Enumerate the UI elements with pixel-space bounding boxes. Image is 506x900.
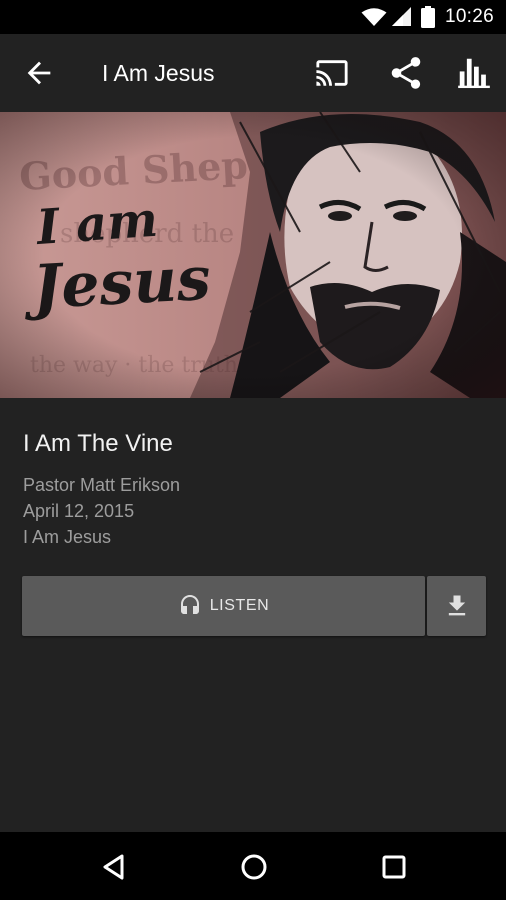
- status-time: 10:26: [444, 6, 494, 27]
- signal-icon: [391, 7, 411, 26]
- listen-button[interactable]: LISTEN: [22, 576, 425, 636]
- artwork-image: Good Shep shepherd the the way · the tru…: [0, 112, 506, 398]
- battery-icon: [420, 6, 435, 28]
- headphones-icon: [180, 595, 199, 614]
- cast-icon[interactable]: [312, 56, 352, 90]
- sermon-artwork: Good Shep shepherd the the way · the tru…: [0, 112, 506, 398]
- back-arrow-icon[interactable]: [22, 56, 56, 90]
- status-bar: 10:26: [0, 0, 506, 34]
- sermon-speaker: Pastor Matt Erikson: [23, 475, 181, 495]
- nav-back-icon[interactable]: [98, 851, 130, 883]
- download-button[interactable]: [427, 576, 486, 636]
- sermon-date: April 12, 2015: [23, 501, 135, 521]
- sermon-title: I Am The Vine: [23, 430, 173, 457]
- nav-recents-icon[interactable]: [378, 851, 410, 883]
- bar-chart-icon[interactable]: [454, 54, 494, 92]
- system-nav-bar: [0, 832, 506, 900]
- page-title: I Am Jesus: [102, 60, 215, 86]
- wifi-icon: [361, 8, 387, 26]
- app-toolbar: I Am Jesus: [0, 34, 506, 112]
- share-icon[interactable]: [386, 54, 426, 92]
- nav-home-icon[interactable]: [238, 851, 270, 883]
- listen-label: LISTEN: [209, 597, 270, 614]
- sermon-series: I Am Jesus: [23, 527, 112, 547]
- download-icon: [448, 595, 465, 616]
